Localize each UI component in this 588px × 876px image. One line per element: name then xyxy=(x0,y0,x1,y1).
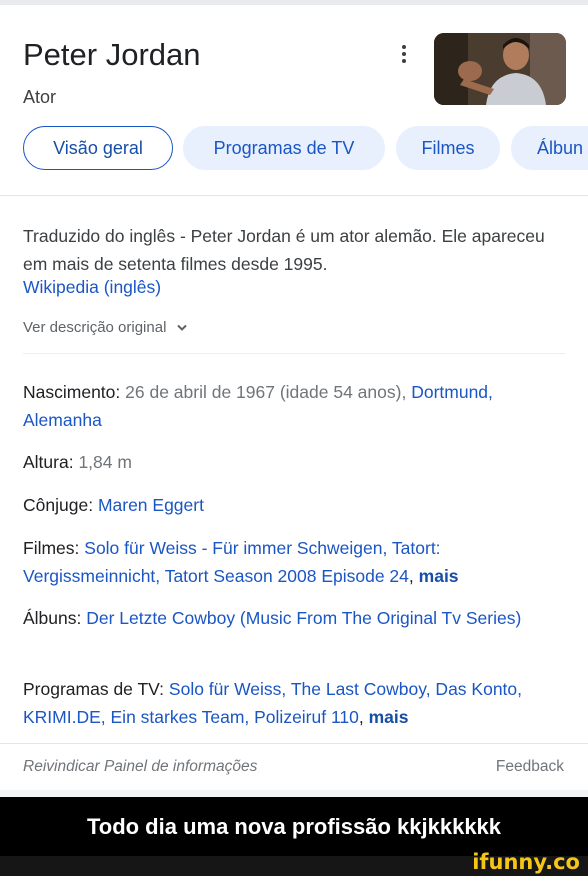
fact-spouse: Cônjuge: Maren Eggert xyxy=(23,491,563,519)
fact-label: Álbuns: xyxy=(23,608,82,628)
person-photo-icon xyxy=(434,33,566,105)
ifunny-watermark-logo: ifunny.co xyxy=(472,850,580,874)
tv-shows-more-link[interactable]: mais xyxy=(369,707,409,727)
section-gap xyxy=(0,790,588,797)
wikipedia-source-link[interactable]: Wikipedia (inglês) xyxy=(23,277,161,298)
show-original-label: Ver descrição original xyxy=(23,319,167,336)
fact-label: Nascimento: xyxy=(23,382,121,402)
spouse-link[interactable]: Maren Eggert xyxy=(98,495,204,515)
tab-bar: Visão geral Programas de TV Filmes Álbun xyxy=(0,126,588,172)
fact-films: Filmes: Solo für Weiss - Für immer Schwe… xyxy=(23,534,563,590)
more-options-icon[interactable] xyxy=(398,45,410,67)
fact-tv-shows: Programas de TV: Solo für Weiss, The Las… xyxy=(23,675,563,731)
entity-subtitle: Ator xyxy=(23,87,57,107)
fact-albums: Álbuns: Der Letzte Cowboy (Music From Th… xyxy=(23,604,563,632)
fact-label: Filmes: xyxy=(23,538,80,558)
albums-link[interactable]: Der Letzte Cowboy (Music From The Origin… xyxy=(86,608,521,628)
fact-value: 1,84 m xyxy=(78,452,132,472)
footer-divider xyxy=(0,743,588,744)
films-more-link[interactable]: mais xyxy=(419,566,459,586)
claim-panel-link[interactable]: Reivindicar Painel de informações xyxy=(23,758,257,776)
description-text: Traduzido do inglês - Peter Jordan é um … xyxy=(23,226,545,274)
show-original-description-button[interactable]: Ver descrição original xyxy=(23,319,187,336)
tab-tv-shows[interactable]: Programas de TV xyxy=(183,126,385,170)
fact-label: Cônjuge: xyxy=(23,495,94,515)
meme-caption: Todo dia uma nova profissão kkjkkkkkk xyxy=(86,814,502,839)
films-link[interactable]: Solo für Weiss - Für immer Schweigen, Ta… xyxy=(23,538,441,586)
fact-label: Altura: xyxy=(23,452,74,472)
entity-title: Peter Jordan xyxy=(23,37,201,72)
fact-label: Programas de TV: xyxy=(23,679,165,699)
tab-albums[interactable]: Álbun xyxy=(511,126,588,170)
separator: , xyxy=(408,566,414,586)
fact-birth: Nascimento: 26 de abril de 1967 (idade 5… xyxy=(23,378,563,434)
feedback-link[interactable]: Feedback xyxy=(496,758,564,776)
tab-films[interactable]: Filmes xyxy=(396,126,500,170)
tab-overview[interactable]: Visão geral xyxy=(23,126,173,170)
fact-value: 26 de abril de 1967 (idade 54 anos), xyxy=(125,382,407,402)
fact-height: Altura: 1,84 m xyxy=(23,448,563,476)
separator: , xyxy=(358,707,364,727)
divider xyxy=(23,353,565,354)
knowledge-panel-header: Peter Jordan Ator Visão geral Programas … xyxy=(0,5,588,196)
chevron-down-icon xyxy=(176,319,187,336)
entity-photo[interactable] xyxy=(434,33,566,105)
